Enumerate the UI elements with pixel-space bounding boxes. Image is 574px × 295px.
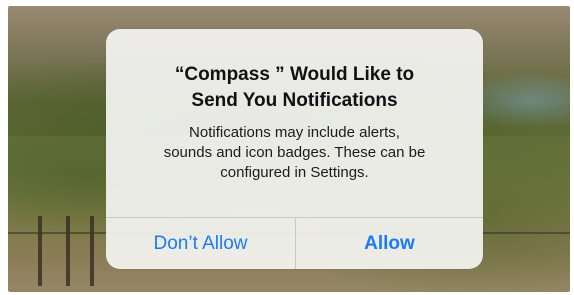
alert-message: Notifications may include alerts, sounds… <box>116 123 473 183</box>
alert-title: “Compass ” Would Like to Send You Notifi… <box>116 62 473 114</box>
alert-title-line: “Compass ” Would Like to <box>174 64 415 85</box>
alert-title-line: Send You Notifications <box>191 90 398 111</box>
wallpaper-fence-post <box>66 216 70 286</box>
dont-allow-button[interactable]: Don’t Allow <box>106 218 295 269</box>
alert-message-line: configured in Settings. <box>220 164 369 181</box>
wallpaper-fence-post <box>38 216 42 286</box>
alert-message-line: sounds and icon badges. These can be <box>163 144 426 161</box>
allow-button[interactable]: Allow <box>296 218 483 269</box>
notification-permission-alert: “Compass ” Would Like to Send You Notifi… <box>106 29 483 269</box>
alert-message-line: Notifications may include alerts, <box>189 124 400 141</box>
wallpaper-fence-post <box>90 216 94 286</box>
